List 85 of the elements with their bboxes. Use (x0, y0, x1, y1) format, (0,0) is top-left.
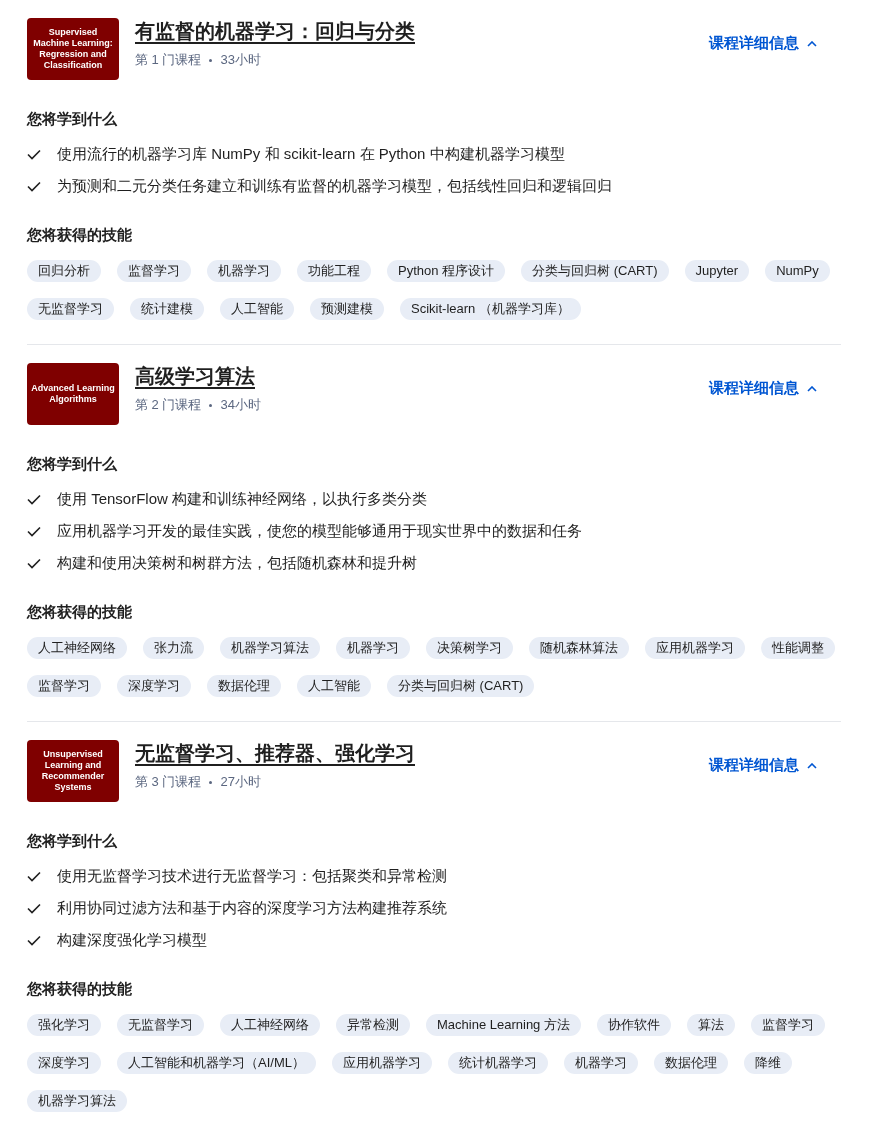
skill-tag: 决策树学习 (426, 637, 513, 659)
section-heading: 您将获得的技能 (27, 226, 133, 245)
skill-tag: 应用机器学习 (331, 1052, 432, 1074)
details-link[interactable]: 课程详细信息 (709, 756, 817, 775)
separator-dot-icon (209, 403, 213, 407)
check-icon (27, 526, 41, 537)
check-icon (27, 871, 41, 882)
skill-tag: 数据伦理 (653, 1052, 728, 1074)
course-hours: 27小时 (220, 773, 261, 791)
learning-outcome: 使用流行的机器学习库 NumPy 和 scikit-learn 在 Python 中构建机器学习模型 (57, 145, 565, 164)
skill-tag: 协作软件 (596, 1014, 671, 1036)
skill-tag: 异常检测 (336, 1014, 410, 1036)
check-icon (27, 935, 41, 946)
skill-tag: Scikit-learn （机器学习库） (400, 298, 581, 320)
skill-tag: 应用机器学习 (645, 637, 745, 659)
skill-tag: 监督学习 (750, 1014, 825, 1036)
skill-tag: 人工智能 (297, 675, 371, 697)
section-heading: 您将学到什么 (27, 832, 118, 851)
details-link[interactable]: 课程详细信息 (709, 34, 817, 53)
course-title[interactable]: 有监督的机器学习：回归与分类 (135, 18, 693, 45)
learning-outcome: 应用机器学习开发的最佳实践，使您的模型能够通用于现实世界中的数据和任务 (57, 522, 582, 541)
skill-tag: Python 程序设计 (387, 260, 506, 282)
learning-outcome: 为预测和二元分类任务建立和训练有监督的机器学习模型，包括线性回归和逻辑回归 (57, 177, 612, 196)
course-order: 第 3 门课程 (135, 773, 202, 791)
learning-outcome: 构建深度强化学习模型 (57, 931, 207, 950)
learning-outcome: 利用协同过滤方法和基于内容的深度学习方法构建推荐系统 (57, 899, 447, 918)
skill-tag: 统计建模 (130, 298, 204, 320)
skill-tag: 监督学习 (117, 260, 191, 282)
check-icon (27, 558, 41, 569)
skill-tag: 性能调整 (761, 637, 835, 659)
skill-tag: 机器学习 (336, 637, 410, 659)
section-heading: 您将获得的技能 (27, 980, 133, 999)
skill-tag: 回归分析 (27, 260, 101, 282)
chevron-icon (807, 40, 817, 47)
skill-tag: 强化学习 (27, 1014, 101, 1036)
skill-tag: NumPy (765, 260, 830, 282)
check-icon (27, 149, 41, 160)
skill-tag: 机器学习 (563, 1052, 638, 1074)
course-title[interactable]: 无监督学习、推荐器、强化学习 (135, 740, 693, 767)
skill-tag: 无监督学习 (117, 1014, 204, 1036)
skill-tag: 人工智能和机器学习（AI/ML） (117, 1052, 316, 1074)
course-thumbnail: Unsupervised Learning and Recommender Systems (27, 740, 119, 802)
skill-tag: 机器学习 (207, 260, 281, 282)
skill-tag: 人工神经网络 (27, 637, 127, 659)
skill-tag: 分类与回归树 (CART) (521, 260, 669, 282)
skill-tag: 张力流 (143, 637, 204, 659)
skill-tag: 人工智能 (220, 298, 294, 320)
skill-tag: 监督学习 (27, 675, 101, 697)
course-hours: 33小时 (220, 51, 261, 69)
skill-tag: 功能工程 (297, 260, 371, 282)
skill-tag: 随机森林算法 (529, 637, 629, 659)
skill-tag: 算法 (686, 1014, 735, 1036)
learning-outcome: 使用 TensorFlow 构建和训练神经网络，以执行多类分类 (57, 490, 428, 509)
learning-outcome: 构建和使用决策树和树群方法，包括随机森林和提升树 (57, 554, 417, 573)
skill-tag: 深度学习 (117, 675, 191, 697)
learning-outcome: 使用无监督学习技术进行无监督学习：包括聚类和异常检测 (57, 867, 447, 886)
course-thumbnail: Advanced Learning Algorithms (27, 363, 119, 425)
course-order: 第 2 门课程 (135, 396, 202, 414)
skill-tag: 无监督学习 (27, 298, 114, 320)
skill-tag: 分类与回归树 (CART) (387, 675, 535, 697)
skill-tag: 机器学习算法 (220, 637, 320, 659)
section-heading: 您将学到什么 (27, 110, 118, 129)
chevron-icon (807, 762, 817, 769)
skill-tag: 数据伦理 (207, 675, 281, 697)
skill-tag: 统计机器学习 (447, 1052, 548, 1074)
course-title[interactable]: 高级学习算法 (135, 363, 693, 390)
course-thumbnail: Supervised Machine Learning: Regression and Classification (27, 18, 119, 80)
skill-tag: 人工神经网络 (220, 1014, 320, 1036)
separator-dot-icon (209, 780, 213, 784)
skill-tag: 机器学习算法 (27, 1090, 127, 1112)
course-hours: 34小时 (220, 396, 261, 414)
section-heading: 您将获得的技能 (27, 603, 133, 622)
skill-tag: Machine Learning 方法 (426, 1014, 581, 1036)
separator-dot-icon (209, 58, 213, 62)
course-order: 第 1 门课程 (135, 51, 202, 69)
chevron-icon (807, 385, 817, 392)
skill-tag: 降维 (743, 1052, 792, 1074)
check-icon (27, 181, 41, 192)
skill-tag: 深度学习 (27, 1052, 101, 1074)
section-heading: 您将学到什么 (27, 455, 118, 474)
skill-tag: Jupyter (684, 260, 750, 282)
check-icon (27, 494, 41, 505)
details-link[interactable]: 课程详细信息 (709, 379, 817, 398)
check-icon (27, 903, 41, 914)
skill-tag: 预测建模 (310, 298, 384, 320)
